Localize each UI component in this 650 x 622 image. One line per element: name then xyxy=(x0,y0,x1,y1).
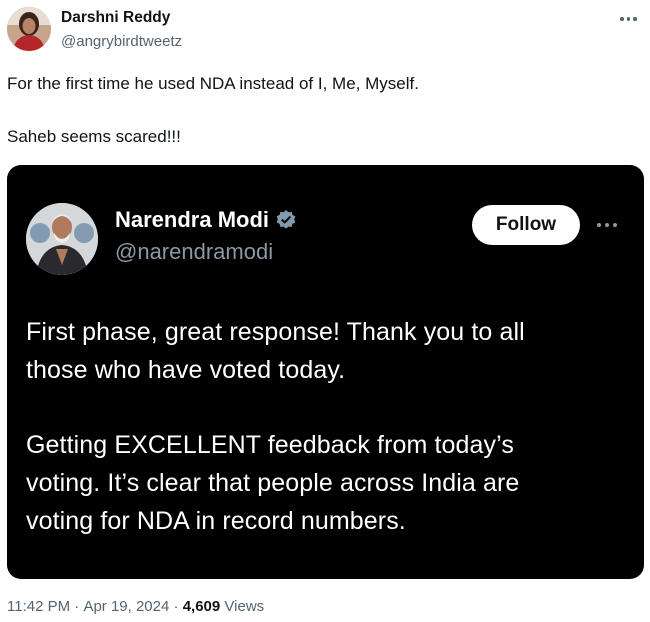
meta-separator: · xyxy=(169,598,183,615)
verified-badge-icon xyxy=(275,209,297,231)
quoted-author-name: Narendra Modi xyxy=(115,207,297,233)
timestamp-date[interactable]: Apr 19, 2024 xyxy=(83,598,169,615)
quoted-text-line: voting. It’s clear that people across In… xyxy=(26,469,520,497)
author-handle[interactable]: @angrybirdtweetz xyxy=(61,33,182,50)
tweet-text-line: For the first time he used NDA instead o… xyxy=(7,74,419,93)
tweet-text-line: Saheb seems scared!!! xyxy=(7,127,181,146)
follow-button: Follow xyxy=(472,205,580,245)
quoted-text-line: voting for NDA in record numbers. xyxy=(26,507,406,535)
more-options-icon xyxy=(597,221,621,229)
tweet: Darshni Reddy @angrybirdtweetz For the f… xyxy=(0,0,650,622)
author-name[interactable]: Darshni Reddy xyxy=(61,9,170,27)
quoted-tweet-image[interactable]: Narendra Modi @narendramodi Follow First… xyxy=(7,165,644,579)
meta-separator: · xyxy=(70,598,84,615)
tweet-metadata: 11:42 PM · Apr 19, 2024 · 4,609 Views xyxy=(7,598,264,615)
views-count: 4,609 xyxy=(182,598,221,615)
timestamp-time[interactable]: 11:42 PM xyxy=(7,598,70,615)
quoted-author-name-text: Narendra Modi xyxy=(115,207,270,232)
quoted-author-handle: @narendramodi xyxy=(115,239,274,264)
views-label: Views xyxy=(224,598,265,615)
quoted-author-avatar xyxy=(26,203,98,275)
quoted-text-line: Getting EXCELLENT feedback from today’s xyxy=(26,431,514,459)
author-avatar[interactable] xyxy=(7,7,51,51)
more-options-icon[interactable] xyxy=(620,14,640,24)
quoted-text-line: First phase, great response! Thank you t… xyxy=(26,318,525,346)
quoted-text-line: those who have voted today. xyxy=(26,356,346,384)
